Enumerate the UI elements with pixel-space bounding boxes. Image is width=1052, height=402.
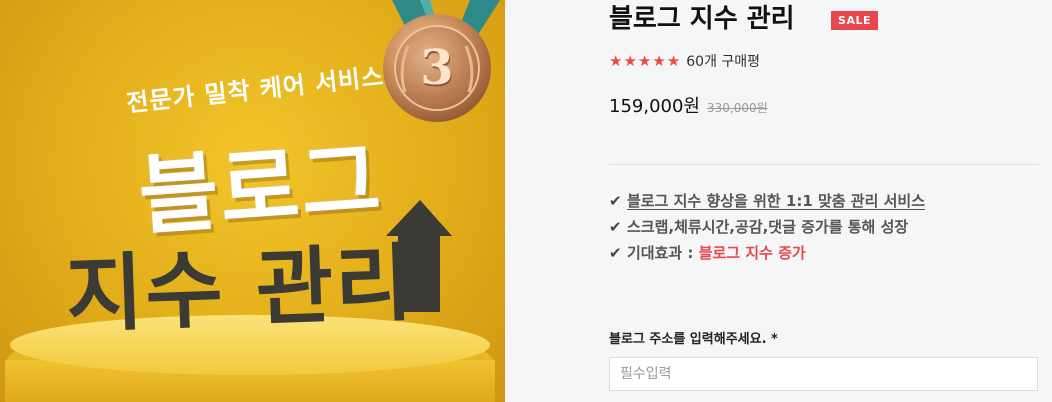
original-price: 330,000원	[707, 101, 768, 115]
feature-item: ✔ 블로그 지수 향상을 위한 1:1 맞춤 관리 서비스	[609, 188, 925, 214]
divider	[609, 164, 1039, 165]
feature-item: ✔ 기대효과 : 블로그 지수 증가	[609, 240, 925, 266]
feature-item: ✔ 스크랩,체류시간,공감,댓글 증가를 통해 성장	[609, 214, 925, 240]
medal-number: 3	[420, 40, 454, 96]
star-icon: ★	[623, 51, 637, 70]
star-rating: ★ ★ ★ ★ ★	[609, 51, 681, 70]
hero-title-line2: 지수 관리	[64, 233, 417, 345]
star-icon: ★	[637, 51, 652, 70]
sale-price: 159,000원	[609, 96, 700, 117]
check-icon: ✔	[609, 192, 622, 210]
feature-text: 기대효과 :	[627, 244, 699, 262]
star-icon: ★	[666, 51, 681, 70]
sale-badge: SALE	[831, 11, 878, 30]
check-icon: ✔	[609, 218, 622, 236]
star-icon: ★	[609, 51, 623, 70]
feature-list: ✔ 블로그 지수 향상을 위한 1:1 맞춤 관리 서비스 ✔ 스크랩,체류시간…	[609, 188, 925, 266]
product-title: 블로그 지수 관리	[609, 4, 795, 34]
blog-address-input[interactable]	[609, 357, 1038, 391]
check-icon: ✔	[609, 244, 622, 262]
rating-row[interactable]: ★ ★ ★ ★ ★ 60개 구매평	[609, 50, 760, 72]
feature-text: 스크랩,체류시간,공감,댓글 증가를 통해 성장	[627, 218, 909, 236]
review-count-link[interactable]: 60개 구매평	[686, 51, 760, 71]
price-row: 159,000원 330,000원	[609, 92, 768, 118]
feature-highlight: 블로그 지수 증가	[698, 244, 806, 262]
blog-address-label: 블로그 주소를 입력해주세요. *	[609, 332, 778, 347]
product-image: 전문가 밀착 케어 서비스 블로그 지수 관리 3	[0, 0, 505, 402]
feature-text: 블로그 지수 향상을 위한 1:1 맞춤 관리 서비스	[627, 192, 926, 210]
star-icon: ★	[652, 51, 666, 70]
